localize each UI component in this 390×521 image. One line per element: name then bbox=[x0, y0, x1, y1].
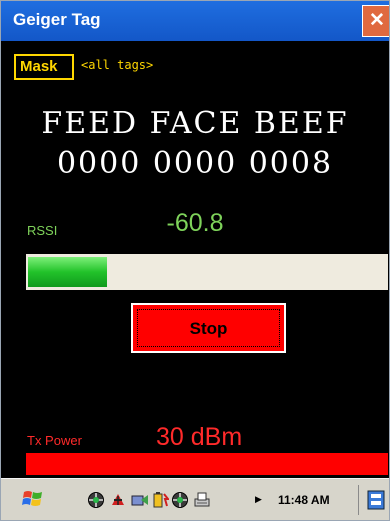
close-icon: ✕ bbox=[369, 10, 385, 31]
window-title: Geiger Tag bbox=[13, 10, 101, 29]
close-button[interactable]: ✕ bbox=[362, 5, 389, 37]
taskbar: ▶ 11:48 AM bbox=[1, 478, 389, 520]
tray-expand-arrow-icon[interactable]: ▶ bbox=[255, 494, 262, 505]
tx-power-meter bbox=[26, 453, 388, 475]
keyboard-icon[interactable] bbox=[366, 489, 386, 511]
rssi-meter-fill bbox=[28, 257, 107, 287]
screen: Geiger Tag ✕ Mask <all tags> FEED FACE B… bbox=[0, 0, 390, 521]
stop-button[interactable]: Stop bbox=[131, 303, 286, 353]
rssi-value: -60.8 bbox=[166, 209, 224, 237]
epc-line-2: 0000 0000 0008 bbox=[56, 146, 334, 181]
printer-icon[interactable] bbox=[193, 491, 211, 509]
mask-value: <all tags> bbox=[81, 58, 154, 72]
epc-line-1: FEED FACE BEEF bbox=[41, 106, 349, 141]
title-bar: Geiger Tag ✕ bbox=[1, 1, 389, 41]
rssi-meter bbox=[26, 254, 388, 290]
battery-icon[interactable] bbox=[151, 491, 169, 509]
clock[interactable]: 11:48 AM bbox=[278, 493, 330, 507]
sync-icon[interactable] bbox=[171, 491, 189, 509]
connection-icon[interactable] bbox=[131, 491, 149, 509]
mask-button[interactable]: Mask bbox=[14, 54, 74, 80]
windows-flag-icon[interactable] bbox=[21, 488, 45, 510]
tx-power-value: 30 dBm bbox=[156, 423, 243, 451]
tx-power-label: Tx Power bbox=[27, 433, 82, 448]
network-icon[interactable] bbox=[87, 491, 105, 509]
mask-button-label: Mask bbox=[20, 58, 58, 75]
stop-button-label: Stop bbox=[189, 319, 228, 338]
taskbar-divider bbox=[358, 485, 359, 515]
bluetooth-icon[interactable] bbox=[109, 491, 127, 509]
